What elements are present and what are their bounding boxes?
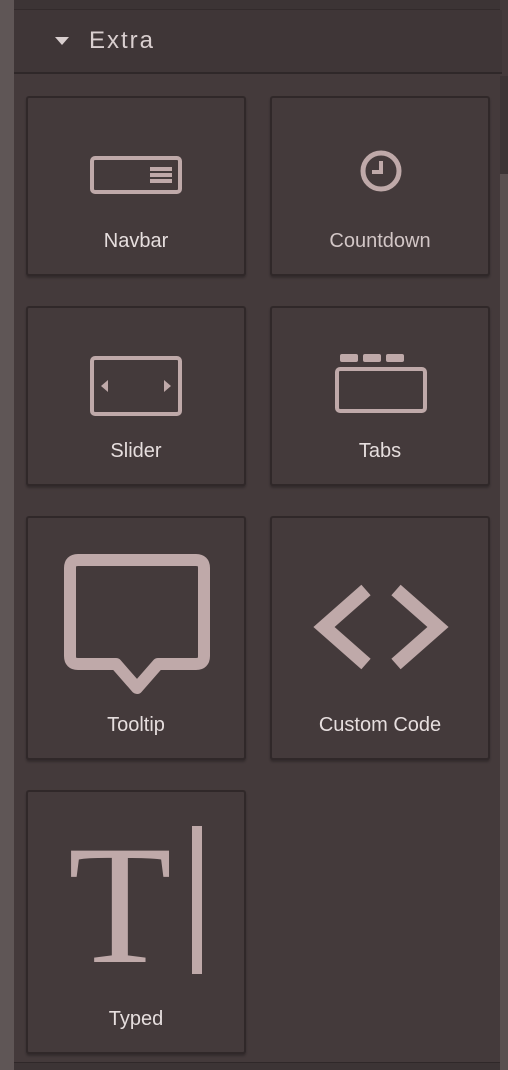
slider-icon <box>90 356 182 416</box>
svg-text:T: T <box>68 822 172 978</box>
blocks-panel: Extra Navbar Countdown Slider Tabs Toolt… <box>0 0 508 1070</box>
tabs-icon <box>335 354 427 413</box>
block-label: Countdown <box>329 230 431 252</box>
block-slider[interactable]: Slider <box>26 306 246 486</box>
clock-icon <box>360 150 402 192</box>
section-header-extra[interactable]: Extra <box>14 10 502 74</box>
caret-down-icon <box>55 37 69 45</box>
code-icon <box>313 584 449 670</box>
block-label: Tooltip <box>107 714 165 736</box>
block-label: Typed <box>108 1008 164 1030</box>
previous-section-edge <box>14 0 500 10</box>
block-label: Custom Code <box>318 714 442 736</box>
panel-left-edge <box>0 0 14 1070</box>
block-countdown[interactable]: Countdown <box>270 96 490 276</box>
block-label: Slider <box>110 440 162 462</box>
block-label: Tabs <box>358 440 402 462</box>
scrollbar[interactable] <box>500 76 508 1070</box>
block-typed[interactable]: T Typed <box>26 790 246 1054</box>
section-title: Extra <box>89 27 156 54</box>
navbar-icon <box>90 156 182 194</box>
block-navbar[interactable]: Navbar <box>26 96 246 276</box>
block-tabs[interactable]: Tabs <box>270 306 490 486</box>
block-label: Navbar <box>103 230 169 252</box>
block-tooltip[interactable]: Tooltip <box>26 516 246 760</box>
tooltip-icon <box>64 554 210 694</box>
block-custom-code[interactable]: Custom Code <box>270 516 490 760</box>
next-section-edge <box>14 1062 500 1070</box>
typed-text-icon: T <box>68 822 202 978</box>
scrollbar-thumb[interactable] <box>500 76 508 174</box>
